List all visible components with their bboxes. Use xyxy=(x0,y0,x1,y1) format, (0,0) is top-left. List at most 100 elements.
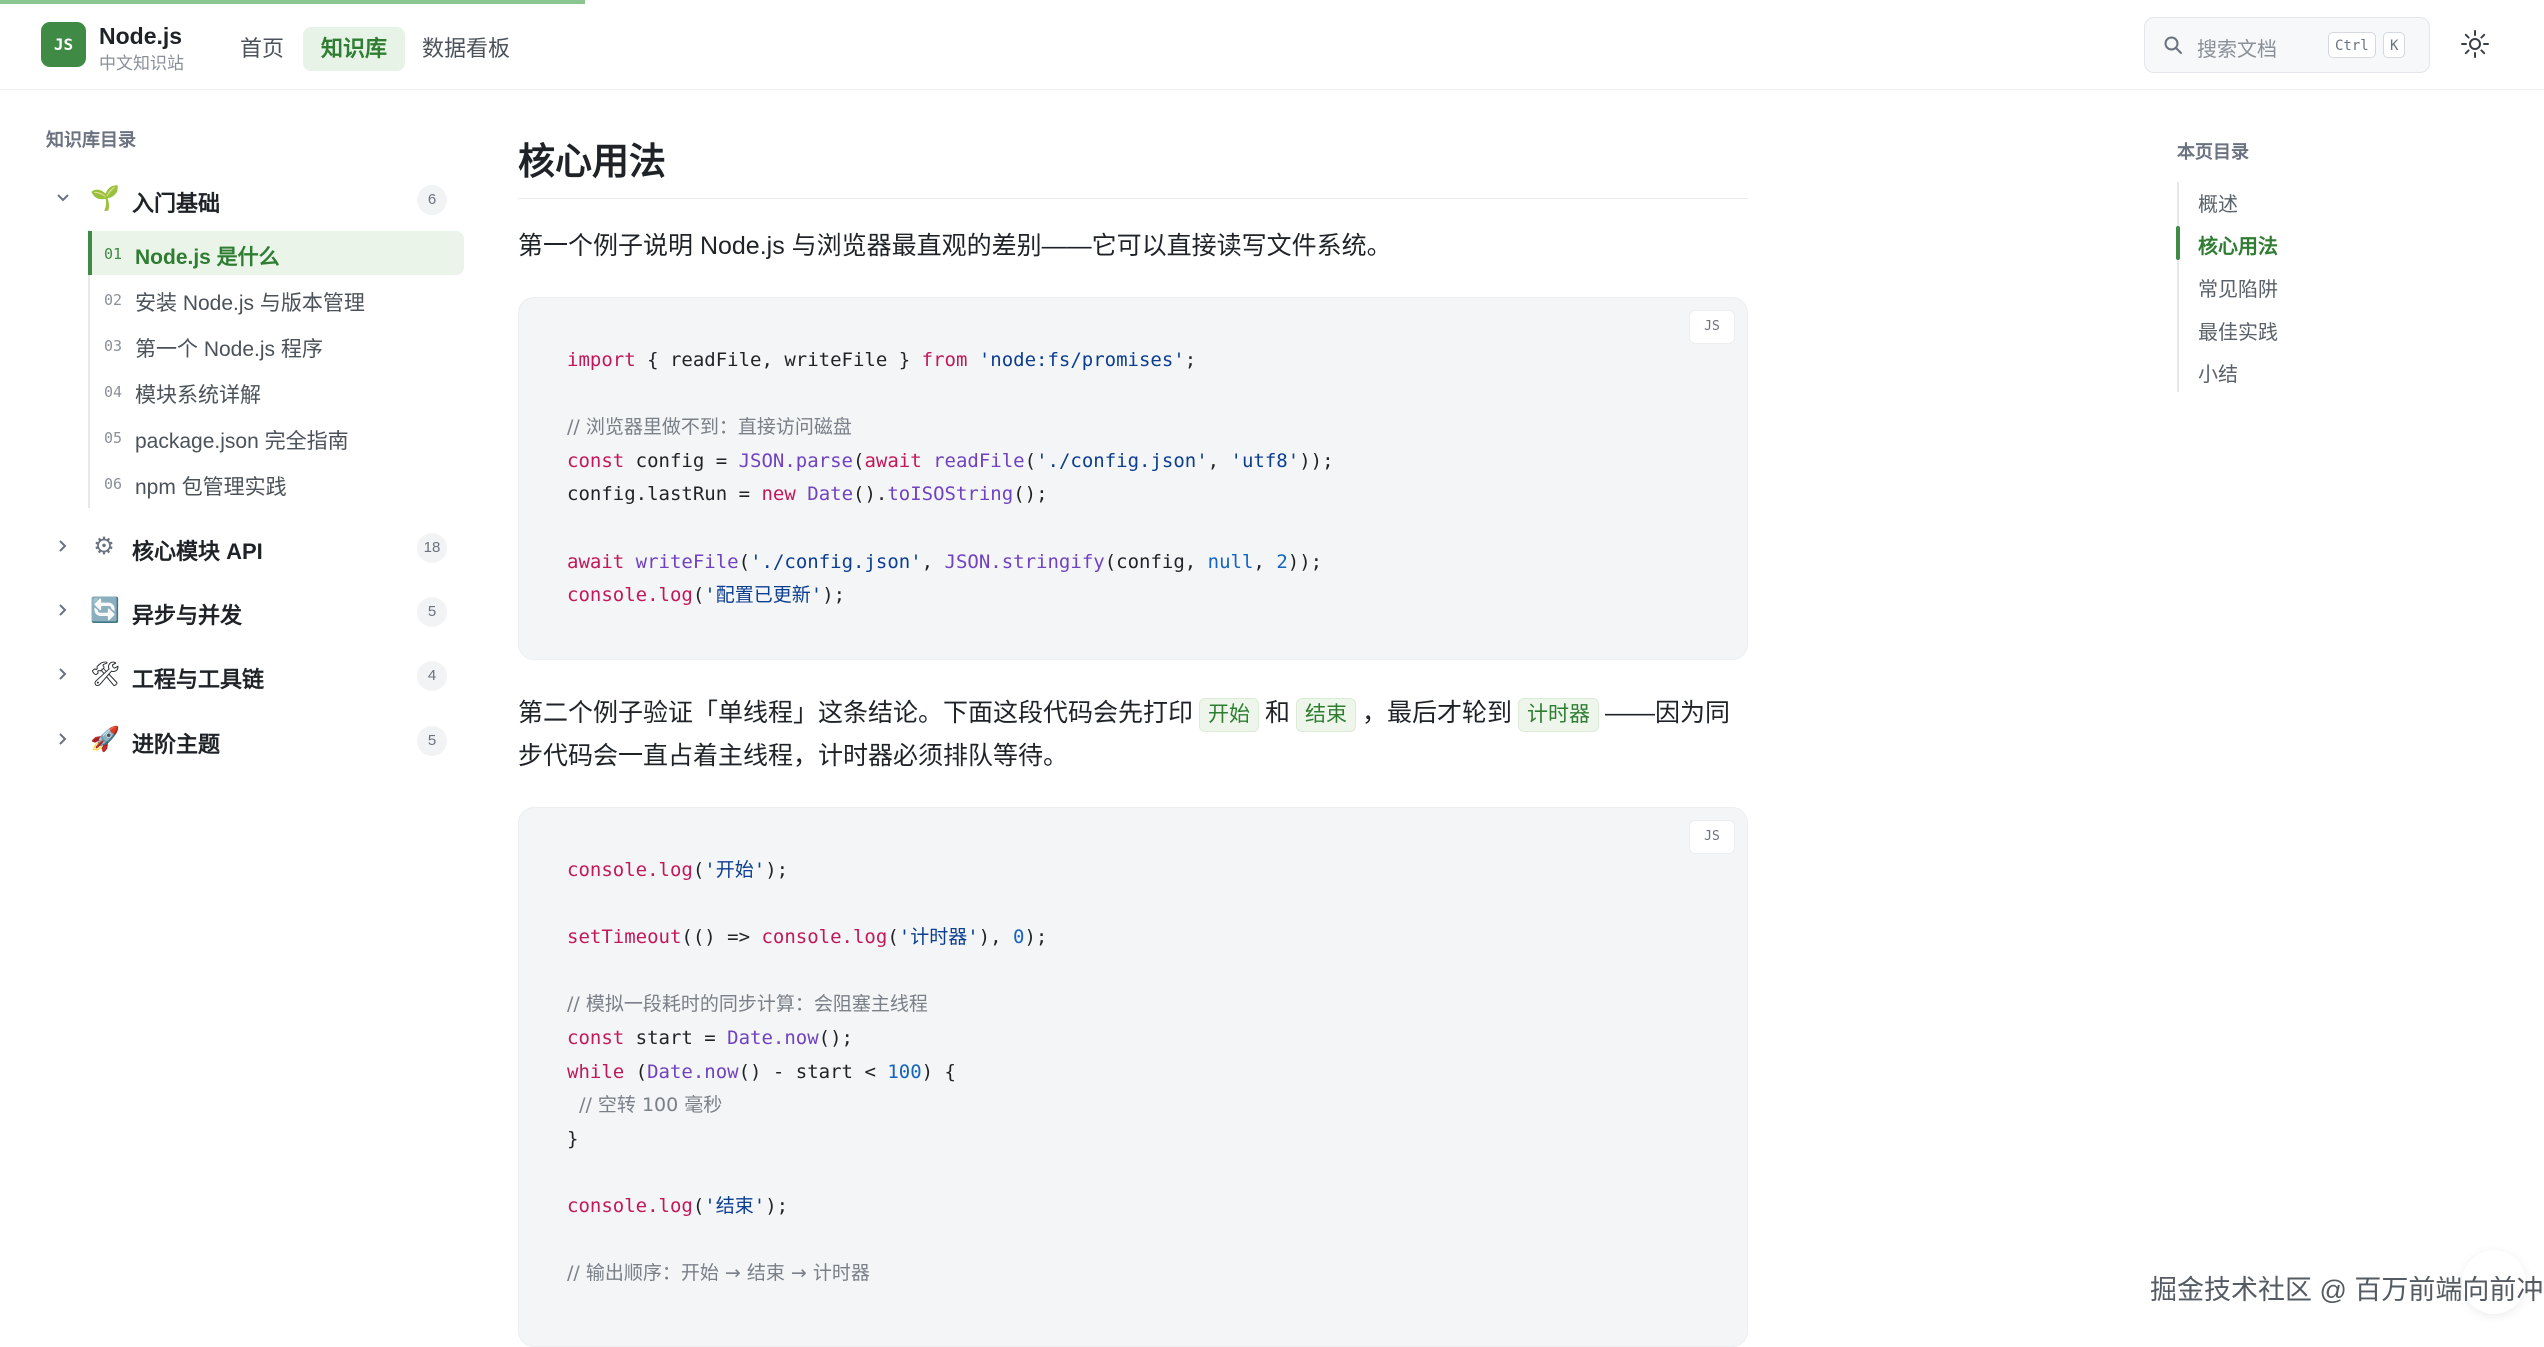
code-token: await xyxy=(864,449,922,472)
sidebar-item-modules[interactable]: 04 模块系统详解 xyxy=(90,369,464,413)
brand-name[interactable]: Node.js xyxy=(99,23,182,50)
code-token: 0 xyxy=(1012,926,1025,949)
code-token: console.log xyxy=(567,859,693,881)
code-token: const xyxy=(567,1026,625,1049)
code-comment: // 浏览器里做不到：直接访问磁盘 xyxy=(567,416,852,439)
nav-home[interactable]: 首页 xyxy=(222,27,302,71)
code-token: '结束' xyxy=(704,1194,766,1217)
paragraph-text: 和 xyxy=(1265,699,1291,727)
heading-divider xyxy=(518,198,1748,199)
sidebar-group-label: 工程与工具链 xyxy=(132,667,265,692)
chevron-right-icon[interactable] xyxy=(54,537,72,555)
sidebar-group-advanced[interactable]: 🚀 进阶主题 5 xyxy=(44,715,454,765)
code-token: config = xyxy=(624,449,739,472)
code-token: ( xyxy=(692,584,705,607)
sidebar-item-install[interactable]: 02 安装 Node.js 与版本管理 xyxy=(90,277,464,321)
count-badge: 5 xyxy=(417,597,447,627)
item-label: npm 包管理实践 xyxy=(135,476,287,499)
code-token: start = xyxy=(624,1026,728,1049)
item-label: Node.js 是什么 xyxy=(135,246,280,269)
search-box[interactable]: 搜索文档 Ctrl K xyxy=(2144,17,2430,73)
sidebar-group-basics[interactable]: 🌱 入门基础 6 xyxy=(44,174,454,224)
sidebar-group-label: 异步与并发 xyxy=(132,603,243,628)
nav-dashboard[interactable]: 数据看板 xyxy=(404,27,528,71)
item-label: package.json 完全指南 xyxy=(135,430,349,453)
search-placeholder: 搜索文档 xyxy=(2197,39,2277,61)
code-token: new xyxy=(761,483,796,506)
code-token: JSON.stringify xyxy=(944,550,1105,573)
code-token: ( xyxy=(624,1060,648,1083)
theme-toggle-sun-icon[interactable] xyxy=(2459,28,2491,60)
gear-icon: ⚙ xyxy=(93,533,115,560)
toc-active-marker xyxy=(2176,226,2180,260)
code-token: ( xyxy=(887,926,899,949)
search-icon xyxy=(2164,36,2182,54)
code-comment: // 空转 100 毫秒 xyxy=(567,1094,723,1117)
code-token: Date.now xyxy=(647,1060,739,1083)
chevron-down-icon[interactable] xyxy=(54,189,72,207)
code-token: ( xyxy=(692,859,705,881)
code-token: '开始' xyxy=(704,859,766,881)
code-token: ); xyxy=(822,584,846,607)
code-language-tag: JS xyxy=(1689,820,1735,854)
toc-item-pitfalls[interactable]: 常见陷阱 xyxy=(2198,273,2278,302)
toc-item-overview[interactable]: 概述 xyxy=(2198,188,2238,217)
code-token: )); xyxy=(1287,550,1323,573)
code-content: import { readFile, writeFile } from 'nod… xyxy=(567,344,1334,613)
sidebar-group-core-api[interactable]: ⚙ 核心模块 API 18 xyxy=(44,522,454,572)
watermark-text: 掘金技术社区 @ 百万前端向前冲 xyxy=(2150,1275,2544,1305)
item-number: 01 xyxy=(104,245,123,263)
code-token: setTimeout xyxy=(567,926,682,949)
sidebar-title: 知识库目录 xyxy=(46,130,136,150)
code-token: ) { xyxy=(921,1060,956,1083)
code-token: Date xyxy=(807,483,854,506)
shortcut-ctrl-key: Ctrl xyxy=(2328,32,2376,58)
code-token: ( xyxy=(1024,449,1037,472)
chevron-right-icon[interactable] xyxy=(54,601,72,619)
code-token: ); xyxy=(765,1194,789,1217)
item-label: 第一个 Node.js 程序 xyxy=(135,338,323,361)
code-token: '计时器' xyxy=(898,926,979,949)
code-comment: // 模拟一段耗时的同步计算：会阻塞主线程 xyxy=(567,993,928,1016)
sidebar-item-first-program[interactable]: 03 第一个 Node.js 程序 xyxy=(90,323,464,367)
code-token: ; xyxy=(1184,349,1197,371)
logo-badge[interactable]: JS xyxy=(41,22,86,67)
sprout-icon: 🌱 xyxy=(90,185,120,212)
chevron-right-icon[interactable] xyxy=(54,730,72,748)
code-token: Date.now xyxy=(727,1026,819,1049)
item-number: 05 xyxy=(104,429,123,447)
code-token: JSON.parse xyxy=(738,449,853,472)
sidebar-item-npm[interactable]: 06 npm 包管理实践 xyxy=(90,461,464,505)
toc-title: 本页目录 xyxy=(2177,142,2249,162)
count-badge: 18 xyxy=(417,533,447,563)
count-badge: 5 xyxy=(417,726,447,756)
code-token: console.log xyxy=(567,584,693,607)
code-token: (() => xyxy=(681,926,762,949)
sidebar-item-package-json[interactable]: 05 package.json 完全指南 xyxy=(90,415,464,459)
sidebar-item-what-is-node[interactable]: 01 Node.js 是什么 xyxy=(88,231,464,275)
code-token: } xyxy=(567,1127,579,1150)
toc-rail xyxy=(2177,182,2179,392)
nav-knowledge-base[interactable]: 知识库 xyxy=(303,27,406,71)
code-content: console.log('开始'); setTimeout(() => cons… xyxy=(567,854,1047,1291)
sidebar-group-label: 进阶主题 xyxy=(132,732,221,757)
top-bar: JS Node.js 中文知识站 首页 知识库 数据看板 搜索文档 Ctrl K xyxy=(0,0,2544,90)
code-block-event-loop: JS console.log('开始'); setTimeout(() => c… xyxy=(518,807,1748,1347)
code-token: toISOString xyxy=(887,483,1014,506)
sidebar-group-async[interactable]: 🔄 异步与并发 5 xyxy=(44,586,454,636)
toc-item-summary[interactable]: 小结 xyxy=(2198,358,2238,387)
code-token: , xyxy=(1253,550,1277,573)
sidebar-group-tooling[interactable]: 🛠 工程与工具链 4 xyxy=(44,650,454,700)
code-token: console.log xyxy=(567,1194,693,1217)
code-token: import xyxy=(567,349,636,371)
item-number: 06 xyxy=(104,475,123,493)
rocket-icon: 🚀 xyxy=(90,726,120,753)
code-token: ); xyxy=(1024,926,1048,949)
code-token: while xyxy=(567,1060,625,1083)
code-token: writeFile xyxy=(635,550,739,573)
toc-item-best-practices[interactable]: 最佳实践 xyxy=(2198,316,2278,345)
chevron-right-icon[interactable] xyxy=(54,665,72,683)
toc-item-core-usage[interactable]: 核心用法 xyxy=(2198,230,2278,259)
